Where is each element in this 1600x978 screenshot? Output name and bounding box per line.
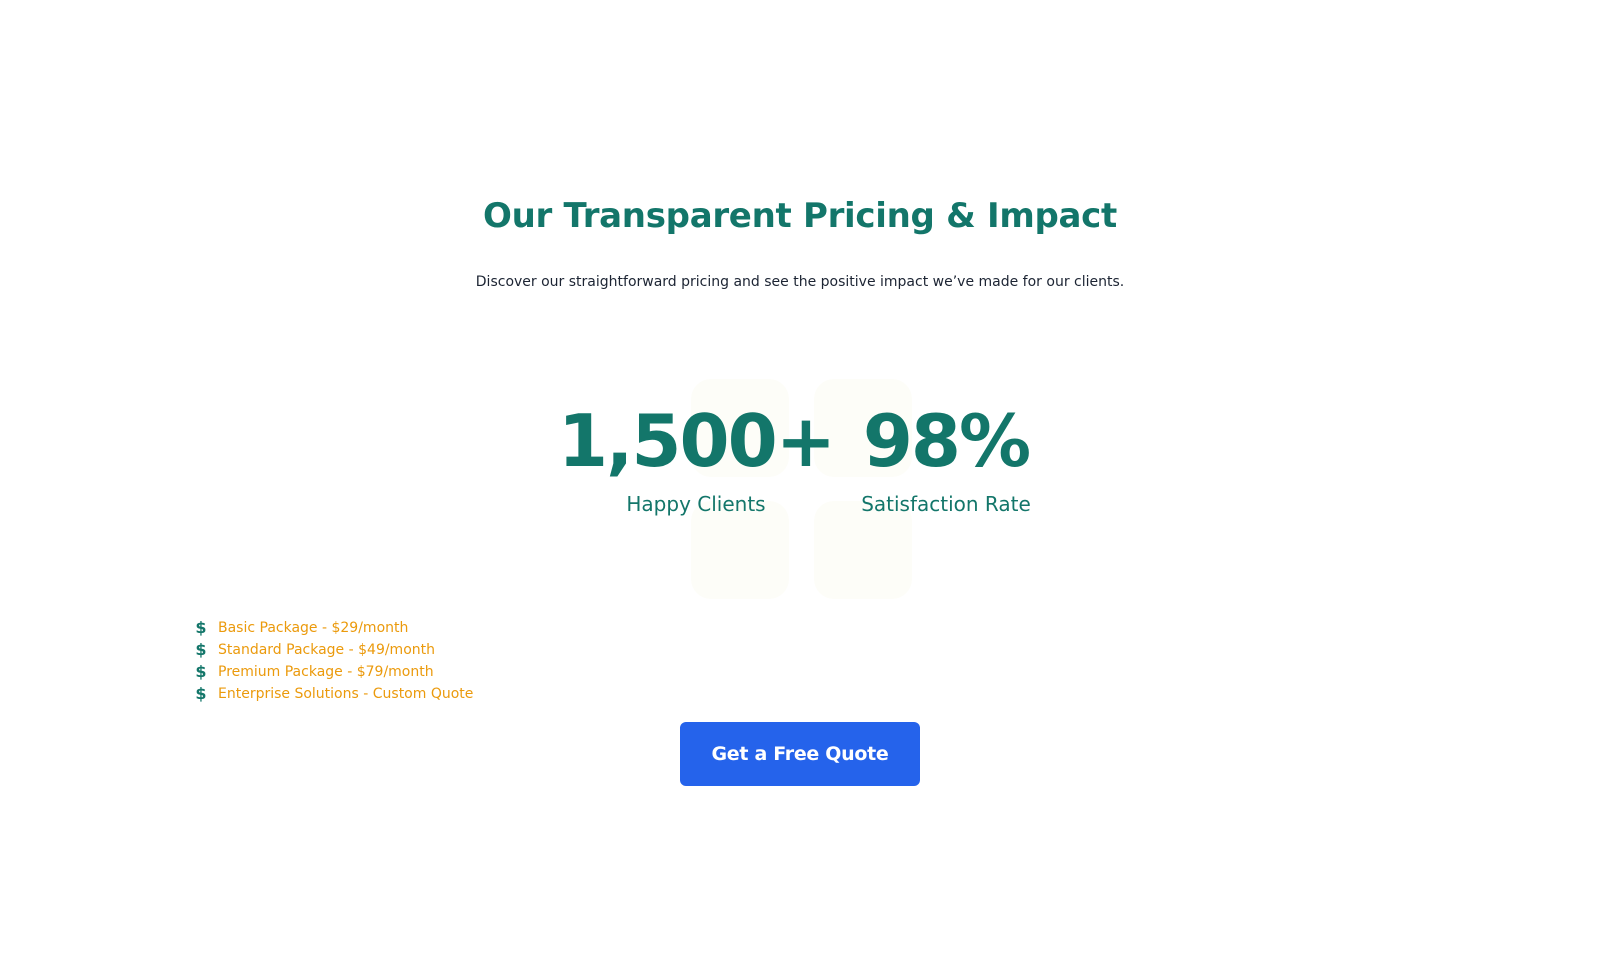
get-free-quote-button[interactable]: Get a Free Quote <box>680 722 920 786</box>
pricing-item-label: Enterprise Solutions - Custom Quote <box>218 686 474 702</box>
pricing-item-label: Premium Package - $79/month <box>218 664 434 680</box>
pricing-item-label: Basic Package - $29/month <box>218 620 409 636</box>
stat-label: Satisfaction Rate <box>861 492 1031 516</box>
dollar-icon: $ <box>195 662 207 681</box>
pricing-item-premium: $ Premium Package - $79/month <box>194 661 473 683</box>
section-subtitle: Discover our straightforward pricing and… <box>475 274 1125 290</box>
dollar-icon: $ <box>195 618 207 637</box>
section-title: Our Transparent Pricing & Impact <box>483 196 1117 236</box>
pricing-list: $ Basic Package - $29/month $ Standard P… <box>194 617 473 705</box>
pricing-item-basic: $ Basic Package - $29/month <box>194 617 473 639</box>
pricing-item-standard: $ Standard Package - $49/month <box>194 639 473 661</box>
dollar-icon: $ <box>195 640 207 659</box>
dollar-icon: $ <box>195 684 207 703</box>
pricing-item-label: Standard Package - $49/month <box>218 642 435 658</box>
stat-value: 98% <box>862 399 1031 483</box>
pricing-item-enterprise: $ Enterprise Solutions - Custom Quote <box>194 683 473 705</box>
